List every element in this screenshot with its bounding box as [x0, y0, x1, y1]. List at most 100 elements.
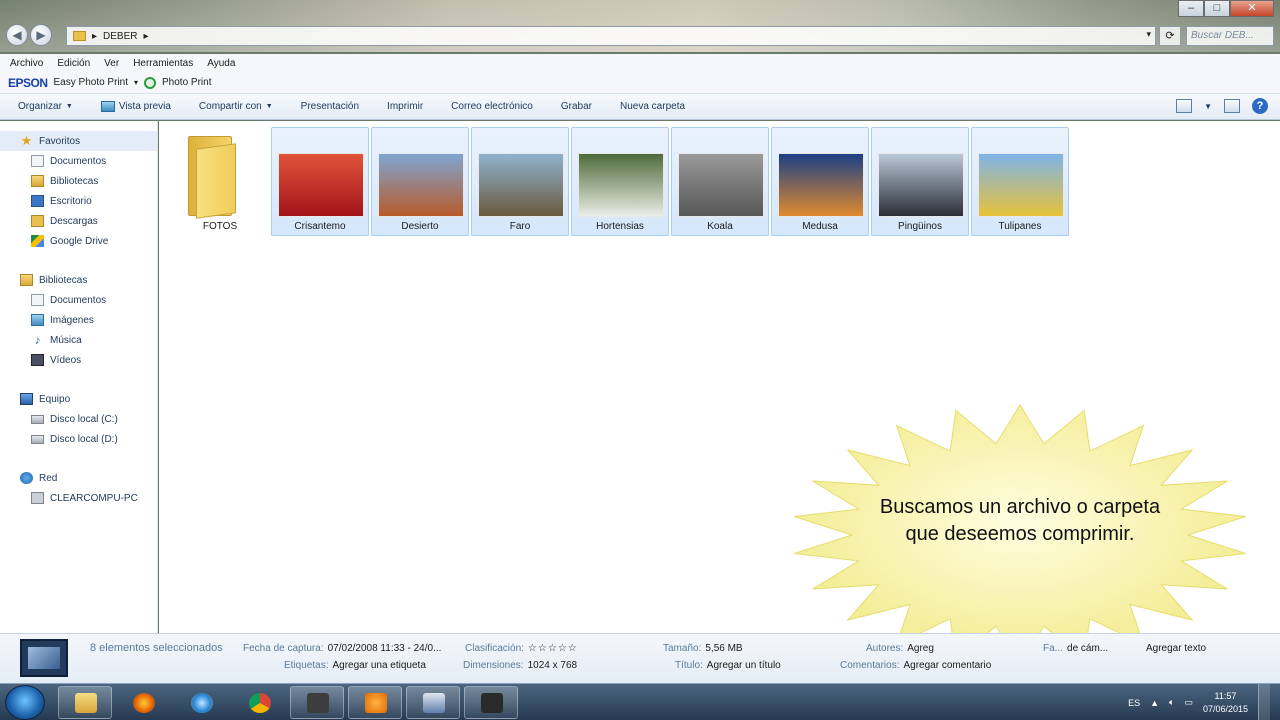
- nav-libraries[interactable]: Bibliotecas: [0, 270, 157, 290]
- image-thumbnail: [378, 153, 464, 217]
- volume-icon[interactable]: 🔈︎: [1169, 697, 1174, 708]
- email-button[interactable]: Correo electrónico: [451, 101, 533, 112]
- folder-icon: [73, 31, 86, 41]
- command-bar: Organizar ▼ Vista previa Compartir con ▼ P…: [0, 94, 1280, 120]
- system-tray: ES ▲ 🔈︎ ▭ 11:57 07/06/2015: [1128, 684, 1280, 720]
- nav-item-disk-d[interactable]: Disco local (D:): [0, 429, 157, 449]
- library-icon: [31, 175, 44, 187]
- file-tile[interactable]: Tulipanes: [971, 127, 1069, 236]
- photo-print-icon: [144, 76, 157, 89]
- file-name: Hortensias: [596, 221, 644, 232]
- file-tile[interactable]: Faro: [471, 127, 569, 236]
- nav-item-musica[interactable]: ♪ Música: [0, 330, 157, 350]
- taskbar-app-button[interactable]: [290, 686, 344, 719]
- share-button[interactable]: Compartir con ▼: [199, 101, 273, 112]
- language-indicator[interactable]: ES: [1128, 698, 1140, 708]
- show-desktop-button[interactable]: [1258, 684, 1270, 720]
- nav-network[interactable]: Red: [0, 468, 157, 488]
- file-name: Faro: [509, 221, 531, 232]
- image-thumbnail: [278, 153, 364, 217]
- nav-item-imagenes[interactable]: Imágenes: [0, 310, 157, 330]
- tray-expand-icon[interactable]: ▲: [1150, 698, 1159, 708]
- close-button[interactable]: ✕: [1230, 0, 1274, 17]
- breadcrumb-item[interactable]: DEBER: [103, 31, 137, 42]
- nav-item-bibliotecas[interactable]: Bibliotecas: [0, 171, 157, 191]
- nav-item-disk-c[interactable]: Disco local (C:): [0, 409, 157, 429]
- file-tile[interactable]: Hortensias: [571, 127, 669, 236]
- taskbar-explorer-button[interactable]: [58, 686, 112, 719]
- menu-edicion[interactable]: Edición: [57, 58, 90, 69]
- camera-field[interactable]: Fa... de cám...: [1043, 643, 1108, 654]
- preview-button[interactable]: Vista previa: [100, 101, 171, 112]
- help-icon[interactable]: ?: [1252, 98, 1268, 114]
- forward-button[interactable]: ▶: [30, 24, 52, 46]
- easy-photo-print-button[interactable]: Easy Photo Print: [54, 77, 128, 88]
- epson-logo: EPSON: [8, 75, 48, 90]
- video-icon: [31, 354, 44, 366]
- nav-item-documentos[interactable]: Documentos: [0, 151, 157, 171]
- menu-ayuda[interactable]: Ayuda: [207, 58, 235, 69]
- file-name: Koala: [707, 221, 733, 232]
- nav-item-network-pc[interactable]: CLEARCOMPU-PC: [0, 488, 157, 508]
- taskbar-firefox-button[interactable]: [116, 686, 170, 719]
- menu-herramientas[interactable]: Herramientas: [133, 58, 193, 69]
- tags-field[interactable]: Etiquetas: Agregar una etiqueta: [284, 660, 426, 671]
- rating-field[interactable]: Clasificación: ☆☆☆☆☆: [465, 643, 578, 654]
- nav-item-escritorio[interactable]: Escritorio: [0, 191, 157, 211]
- organize-button[interactable]: Organizar ▼: [18, 101, 73, 112]
- comments-field[interactable]: Comentarios: Agregar comentario: [840, 660, 991, 671]
- taskbar-chrome-button[interactable]: [232, 686, 286, 719]
- nav-computer[interactable]: Equipo: [0, 389, 157, 409]
- menu-bar: Archivo Edición Ver Herramientas Ayuda: [0, 54, 1280, 72]
- file-name: Medusa: [802, 221, 838, 232]
- file-tile[interactable]: Medusa: [771, 127, 869, 236]
- nav-item-videos[interactable]: Vídeos: [0, 350, 157, 370]
- authors-field[interactable]: Autores: Agreg: [866, 643, 934, 654]
- file-tile[interactable]: Pingüinos: [871, 127, 969, 236]
- address-dropdown-icon[interactable]: ▾: [1146, 29, 1151, 40]
- nav-item-descargas[interactable]: Descargas: [0, 211, 157, 231]
- image-thumbnail: [478, 153, 564, 217]
- slideshow-button[interactable]: Presentación: [301, 101, 359, 112]
- add-text-field[interactable]: Agregar texto: [1146, 643, 1206, 654]
- star-icon: ★: [20, 133, 33, 148]
- menu-archivo[interactable]: Archivo: [10, 58, 43, 69]
- change-view-icon[interactable]: [1176, 99, 1193, 113]
- file-tile[interactable]: Desierto: [371, 127, 469, 236]
- clock[interactable]: 11:57 07/06/2015: [1203, 690, 1248, 716]
- chevron-down-icon[interactable]: ▾: [134, 78, 138, 87]
- firefox-icon: [133, 693, 155, 713]
- file-tile-folder[interactable]: FOTOS: [171, 127, 269, 236]
- print-button[interactable]: Imprimir: [387, 101, 423, 112]
- taskbar-tool-button[interactable]: [464, 686, 518, 719]
- refresh-icon[interactable]: ⟳: [1159, 26, 1181, 46]
- chevron-down-icon[interactable]: ▼: [1204, 102, 1212, 111]
- nav-group-label: Favoritos: [39, 135, 81, 147]
- address-bar[interactable]: ▸ DEBER ▸ ▾ ⟳: [66, 26, 1181, 46]
- nav-favorites[interactable]: ★ Favoritos: [0, 131, 157, 151]
- new-folder-button[interactable]: Nueva carpeta: [620, 101, 685, 112]
- nav-item-label: Vídeos: [50, 354, 82, 366]
- nav-item-google-drive[interactable]: Google Drive: [0, 231, 157, 251]
- preview-pane-icon[interactable]: [1224, 99, 1240, 113]
- network-tray-icon[interactable]: ▭: [1184, 697, 1193, 708]
- file-tile[interactable]: Crisantemo: [271, 127, 369, 236]
- title-field[interactable]: Título: Agregar un título: [675, 660, 781, 671]
- taskbar-printer-button[interactable]: [406, 686, 460, 719]
- photo-print-button[interactable]: Photo Print: [162, 77, 211, 88]
- document-icon: [31, 294, 44, 306]
- search-input[interactable]: Buscar DEB...: [1186, 26, 1274, 46]
- taskbar-ie-button[interactable]: [174, 686, 228, 719]
- maximize-button[interactable]: □: [1204, 0, 1230, 17]
- back-button[interactable]: ◀: [6, 24, 28, 46]
- file-tile[interactable]: Koala: [671, 127, 769, 236]
- nav-item-lib-documentos[interactable]: Documentos: [0, 290, 157, 310]
- minimize-button[interactable]: –: [1178, 0, 1204, 17]
- capture-date: Fecha de captura: 07/02/2008 11:33 - 24/0…: [243, 643, 442, 654]
- taskbar-media-button[interactable]: [348, 686, 402, 719]
- nav-item-label: Documentos: [50, 294, 107, 306]
- menu-ver[interactable]: Ver: [104, 58, 119, 69]
- start-button[interactable]: [5, 685, 45, 720]
- burn-button[interactable]: Grabar: [561, 101, 592, 112]
- window-controls: – □ ✕: [1178, 0, 1274, 18]
